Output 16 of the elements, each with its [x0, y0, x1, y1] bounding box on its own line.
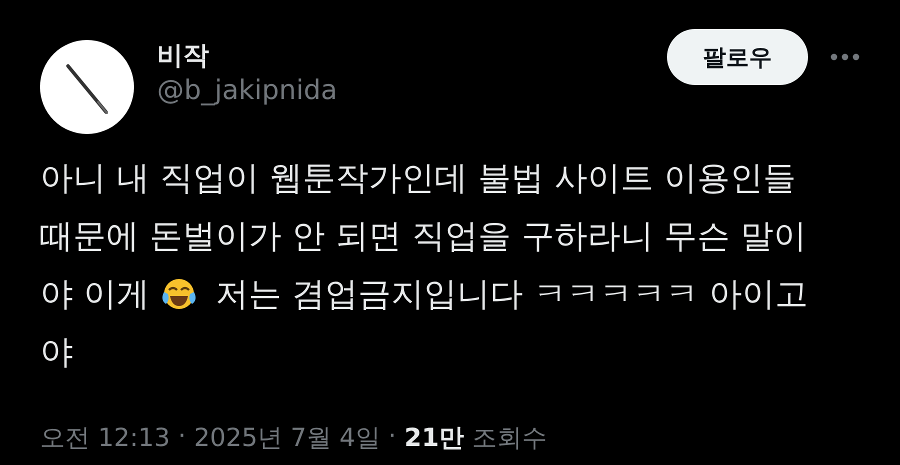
tweet-text: 아니 내 직업이 웹툰작가인데 불법 사이트 이용인들	[40, 157, 796, 199]
more-icon[interactable]	[830, 53, 860, 61]
separator-dot: ·	[178, 421, 186, 452]
view-count: 21만	[404, 422, 464, 454]
views-label: 조회수	[472, 422, 548, 454]
tweet-text: 때문에 돈벌이가 안 되면 직업을 구하라니 무슨 말이	[40, 215, 806, 257]
tweet-text: 야 이게	[40, 273, 150, 315]
tweet-text: 저는 겸업금지입니다 ㅋㅋㅋㅋㅋ 아이고	[216, 273, 808, 315]
post-time: 오전 12:13	[40, 422, 170, 454]
tweet-text: 야	[40, 331, 73, 373]
follow-button[interactable]: 팔로우	[667, 29, 808, 85]
author-name[interactable]: 비작	[157, 38, 667, 73]
separator-dot: ·	[388, 421, 396, 452]
author-handle[interactable]: @b_jakipnida	[157, 75, 667, 106]
post-date: 2025년 7월 4일	[194, 422, 380, 454]
pen-icon	[66, 64, 108, 114]
